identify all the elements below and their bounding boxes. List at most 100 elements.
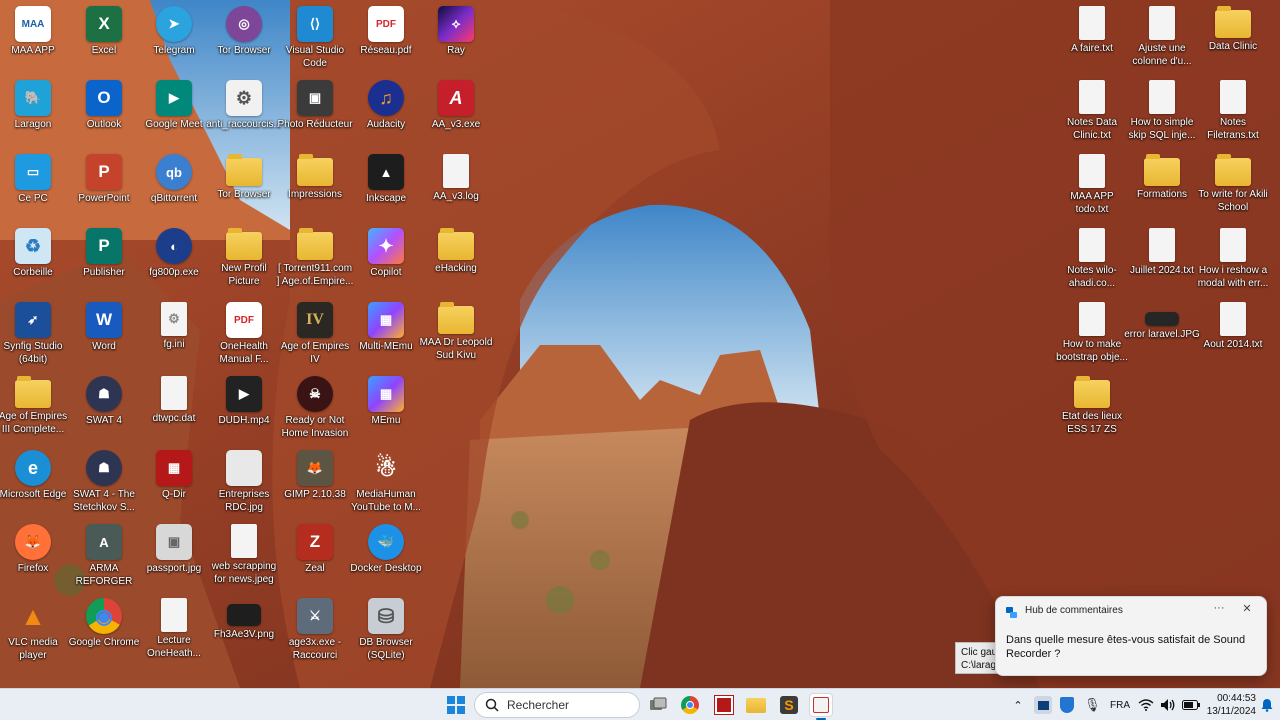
desktop-icon-fg800p[interactable]: ◐ fg800p.exe (139, 224, 209, 296)
desktop-icon-synfig[interactable]: ➶ Synfig Studio (64bit) (0, 298, 68, 370)
desktop-icon-a-faire[interactable]: A faire.txt (1057, 2, 1127, 74)
desktop-icon-telegram[interactable]: ➤ Telegram (139, 2, 209, 74)
desktop-icon-reseau-pdf[interactable]: PDF Réseau.pdf (351, 2, 421, 74)
desktop-icon-aoe3[interactable]: Age of Empires III Complete... (0, 372, 68, 444)
desktop-icon-mediahuman[interactable]: ☃ MediaHuman YouTube to M... (351, 446, 421, 518)
desktop-icon-torrent911[interactable]: [ Torrent911.com ] Age.of.Empire... (277, 224, 353, 296)
tray-app-icon[interactable] (1034, 696, 1052, 714)
desktop-icon-google-meet[interactable]: ▶ Google Meet (139, 76, 209, 148)
desktop-icon-memu[interactable]: ▦ MEmu (351, 372, 421, 444)
desktop-icon-db-browser[interactable]: ⛁ DB Browser (SQLite) (351, 594, 421, 666)
desktop-icon-zeal[interactable]: Z Zeal (280, 520, 350, 592)
close-notification-button[interactable]: ✕ (1238, 602, 1256, 618)
desktop-icon-outlook[interactable]: O Outlook (69, 76, 139, 148)
desktop-icon-firefox[interactable]: 🦊 Firefox (0, 520, 68, 592)
desktop-icon-label: Docker Desktop (350, 563, 422, 574)
desktop-icon-passport[interactable]: ▣ passport.jpg (139, 520, 209, 592)
start-button[interactable] (444, 693, 468, 717)
taskbar-sound-recorder[interactable] (809, 693, 833, 717)
desktop-icon-laragon[interactable]: 🐘 Laragon (0, 76, 68, 148)
desktop-icon-fg-ini[interactable]: ⚙ fg.ini (139, 298, 209, 370)
desktop-icon-entreprises-rdc[interactable]: Entreprises RDC.jpg (209, 446, 279, 518)
taskbar-sublime-text[interactable]: S (777, 693, 801, 717)
desktop-icon-anti-raccourcis[interactable]: ⚙ anti_raccourcis... (206, 76, 282, 148)
desktop-icon-formations[interactable]: Formations (1127, 150, 1197, 222)
desktop-icon-ray[interactable]: ⟡ Ray (421, 2, 491, 74)
desktop-icon-notes-data-clinic[interactable]: Notes Data Clinic.txt (1057, 76, 1127, 148)
desktop-icon-powerpoint[interactable]: P PowerPoint (69, 150, 139, 222)
desktop-icon-word[interactable]: W Word (69, 298, 139, 370)
taskbar-chrome[interactable] (678, 693, 702, 717)
microphone-icon[interactable]: 🎙 (1084, 697, 1101, 713)
desktop-icon-new-profil[interactable]: New Profil Picture (209, 224, 279, 296)
desktop-icon-copilot[interactable]: ✦ Copilot (351, 224, 421, 296)
desktop-icon-qbittorrent[interactable]: qb qBittorrent (139, 150, 209, 222)
windows-security-icon[interactable] (1060, 697, 1074, 713)
desktop-icon-aoe4[interactable]: IV Age of Empires IV (280, 298, 350, 370)
desktop-icon-gimp[interactable]: 🦊 GIMP 2.10.38 (280, 446, 350, 518)
task-view-button[interactable] (646, 693, 670, 717)
taskbar-search-box[interactable]: Rechercher (474, 692, 640, 718)
desktop-icon-swat4[interactable]: ☗ SWAT 4 (69, 372, 139, 444)
desktop-icon-inkscape[interactable]: ▲ Inkscape (351, 150, 421, 222)
desktop-icon-label: Inkscape (365, 193, 407, 204)
desktop-icon-ready-or-not[interactable]: ☠ Ready or Not Home Invasion (280, 372, 350, 444)
desktop-icon-ehacking[interactable]: eHacking (421, 224, 491, 296)
desktop-icon-label: Laragon (14, 119, 52, 130)
language-indicator[interactable]: FRA (1110, 700, 1134, 711)
desktop-icon-maa-app-todo[interactable]: MAA APP todo.txt (1057, 150, 1127, 222)
desktop-icon-to-write-akili[interactable]: To write for Akili School (1198, 150, 1268, 222)
edge-icon: e (15, 450, 51, 486)
desktop-icon-audacity[interactable]: ♫ Audacity (351, 76, 421, 148)
desktop-icon-aout-2014[interactable]: Aout 2014.txt (1198, 298, 1268, 370)
desktop-icon-data-clinic[interactable]: Data Clinic (1198, 2, 1268, 74)
show-hidden-icons-chevron[interactable]: ⌃ (1010, 699, 1026, 712)
desktop-icon-lecture-onehealth[interactable]: Lecture OneHeath... (139, 594, 209, 666)
desktop-icon-how-i-reshow[interactable]: How i reshow a modal with err... (1198, 224, 1268, 296)
more-options-button[interactable]: ··· (1210, 602, 1228, 618)
desktop-icon-ce-pc[interactable]: ▭ Ce PC (0, 150, 68, 222)
image-file-icon (227, 604, 261, 626)
desktop-icon-tor-browser[interactable]: ◎ Tor Browser (209, 2, 279, 74)
taskbar-q-dir[interactable] (712, 693, 736, 717)
desktop-icon-etat-des-lieux[interactable]: Etat des lieux ESS 17 ZS (1057, 372, 1127, 444)
desktop-icon-docker[interactable]: 🐳 Docker Desktop (350, 520, 422, 592)
desktop-icon-maa-dr-leopold[interactable]: MAA Dr Leopold Sud Kivu (420, 298, 492, 370)
taskbar-file-explorer[interactable] (744, 693, 768, 717)
desktop-icon-chrome[interactable]: ◉ Google Chrome (69, 594, 139, 666)
notification-toast[interactable]: Hub de commentaires ··· ✕ Dans quelle me… (995, 596, 1267, 676)
desktop-icon-notes-filetrans[interactable]: Notes Filetrans.txt (1198, 76, 1268, 148)
desktop-icon-how-to-make-bootstrap[interactable]: How to make bootstrap obje... (1056, 298, 1128, 370)
desktop-icon-dudh[interactable]: ▶ DUDH.mp4 (209, 372, 279, 444)
desktop-icon-q-dir[interactable]: ▦ Q-Dir (139, 446, 209, 518)
desktop-icon-notes-wilo[interactable]: Notes wilo-ahadi.co... (1057, 224, 1127, 296)
desktop-icon-web-scrapping[interactable]: web scrapping for news.jpeg (209, 520, 279, 592)
desktop-icon-aa-v3-exe[interactable]: A AA_v3.exe (421, 76, 491, 148)
desktop-icon-aa-v3-log[interactable]: AA_v3.log (421, 150, 491, 222)
desktop-icon-multi-memu[interactable]: ▦ Multi-MEmu (351, 298, 421, 370)
desktop-icon-dtwpc[interactable]: dtwpc.dat (139, 372, 209, 444)
desktop-icon-vlc[interactable]: ▲ VLC media player (0, 594, 68, 666)
clock[interactable]: 00:44:53 13/11/2024 (1196, 692, 1256, 718)
notification-bell-icon[interactable] (1261, 698, 1273, 712)
quick-settings[interactable] (1138, 689, 1200, 720)
desktop-icon-maa-app[interactable]: MAA MAA APP (0, 2, 68, 74)
desktop-icon-photo-reducteur[interactable]: ▣ Photo Réducteur (277, 76, 353, 148)
desktop-icon-publisher[interactable]: P Publisher (69, 224, 139, 296)
desktop-icon-impressions[interactable]: Impressions (280, 150, 350, 222)
desktop-icon-onehealth-manual[interactable]: PDF OneHealth Manual F... (209, 298, 279, 370)
desktop-icon-tor-browser-folder[interactable]: Tor Browser (209, 150, 279, 222)
desktop-icon-corbeille[interactable]: ♻ Corbeille (0, 224, 68, 296)
desktop-icon-juillet-2024[interactable]: Juillet 2024.txt (1127, 224, 1197, 296)
desktop-icon-swat4-stetchkov[interactable]: ☗ SWAT 4 - The Stetchkov S... (69, 446, 139, 518)
desktop-icon-arma[interactable]: A ARMA REFORGER (69, 520, 139, 592)
desktop-icon-vscode[interactable]: ⟨⟩ Visual Studio Code (280, 2, 350, 74)
desktop-icon-how-to-simple[interactable]: How to simple skip SQL inje... (1127, 76, 1197, 148)
desktop-icon-fh3ae3v[interactable]: Fh3Ae3V.png (209, 594, 279, 666)
file-icon (161, 598, 187, 632)
desktop-icon-age3x[interactable]: ⚔ age3x.exe - Raccourci (280, 594, 350, 666)
desktop-icon-excel[interactable]: X Excel (69, 2, 139, 74)
desktop-icon-edge[interactable]: e Microsoft Edge (0, 446, 68, 518)
desktop-icon-error-laravel[interactable]: error laravel.JPG (1124, 298, 1200, 370)
desktop-icon-ajuste-une[interactable]: Ajuste une colonne d'u... (1127, 2, 1197, 74)
